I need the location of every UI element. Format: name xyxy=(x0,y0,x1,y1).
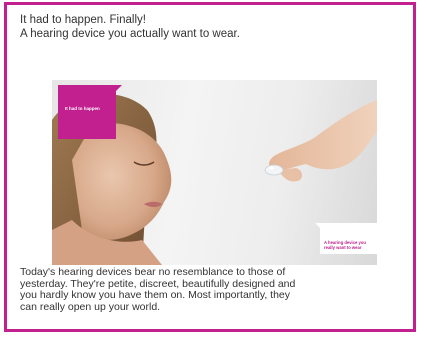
hand-shape xyxy=(269,100,377,170)
image-tag-bottom: A hearing device you really want to wear xyxy=(315,223,377,254)
ad-photo: It had to happen A hearing device you re… xyxy=(52,80,377,265)
image-tag-bottom-line-2: really want to wear xyxy=(324,245,362,250)
image-tag-top: It had to happen xyxy=(58,85,122,139)
headline-line-2: A hearing device you actually want to we… xyxy=(20,28,240,40)
headline-line-1: It had to happen. Finally! xyxy=(20,14,146,26)
body-copy: Today's hearing devices bear no resembla… xyxy=(20,266,415,313)
headline: It had to happen. Finally! A hearing dev… xyxy=(20,13,410,41)
body-line-3: you hardly know you have them on. Most i… xyxy=(20,289,291,301)
image-tag-top-text: It had to happen xyxy=(65,106,100,111)
hearing-device-shape xyxy=(264,164,284,176)
ad-frame: It had to happen. Finally! A hearing dev… xyxy=(4,2,416,332)
body-line-1: Today's hearing devices bear no resembla… xyxy=(20,266,286,278)
body-line-4: can really open up your world. xyxy=(20,300,161,313)
